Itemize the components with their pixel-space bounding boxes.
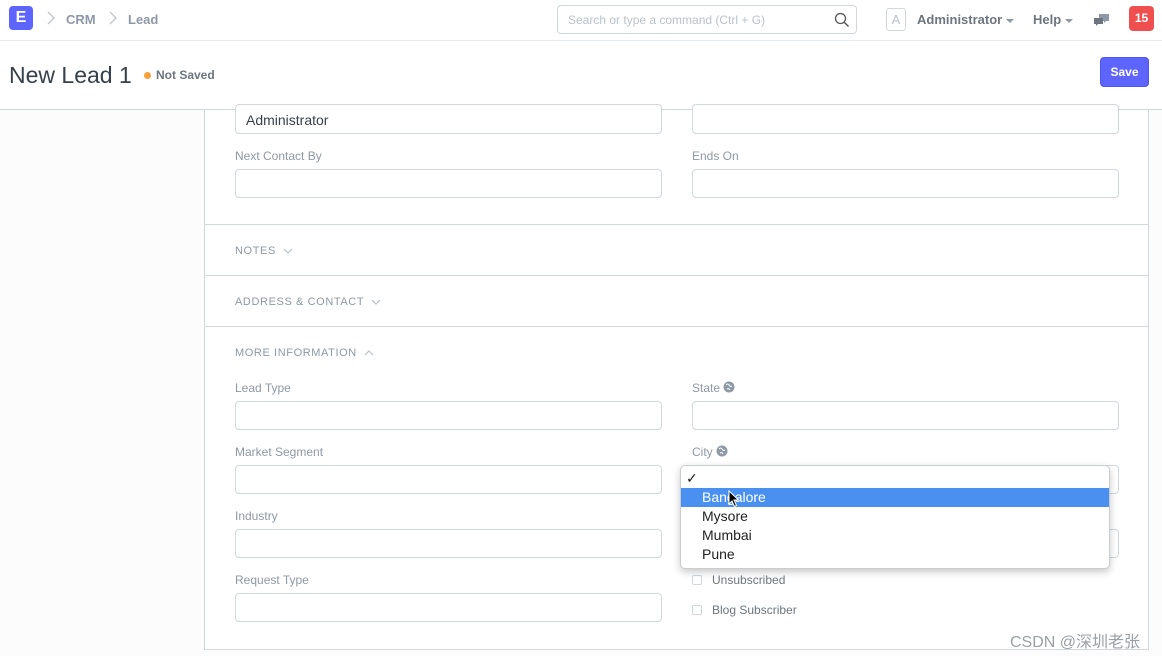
unsubscribed-checkbox[interactable] (692, 575, 702, 585)
search-input[interactable] (558, 6, 818, 33)
avatar[interactable]: A (886, 8, 906, 31)
breadcrumb-crm[interactable]: CRM (66, 12, 96, 27)
lead-form: Administrator Next Contact By Ends On NO… (204, 104, 1149, 650)
chevron-up-icon (364, 350, 374, 356)
next-contact-by-field[interactable] (235, 169, 662, 198)
ends-on-field[interactable] (692, 169, 1119, 198)
dropdown-option-mysore[interactable]: Mysore (681, 507, 1109, 526)
section-more-information-label: MORE INFORMATION (235, 347, 357, 359)
dropdown-option-bangalore[interactable]: Bangalore (681, 488, 1109, 507)
caret-down-icon (1065, 18, 1074, 23)
ends-on-label: Ends On (692, 149, 739, 163)
chevron-right-icon (109, 11, 117, 25)
request-type-label: Request Type (235, 573, 309, 587)
user-menu-label: Administrator (917, 12, 1003, 27)
unsubscribed-label: Unsubscribed (712, 573, 786, 587)
dropdown-option-empty[interactable]: ✓ (681, 469, 1109, 488)
search-icon[interactable] (834, 12, 850, 28)
chevron-down-icon (371, 299, 381, 305)
state-field[interactable] (692, 401, 1119, 430)
app-logo[interactable]: E (9, 6, 33, 30)
section-notes[interactable]: NOTES (235, 245, 294, 257)
help-menu[interactable]: Help (1033, 12, 1074, 27)
lead-type-label: Lead Type (235, 381, 291, 395)
mouse-cursor-icon (728, 490, 740, 508)
save-button[interactable]: Save (1100, 57, 1149, 87)
industry-label: Industry (235, 509, 278, 523)
status-indicator-icon (144, 72, 151, 79)
status-badge: Not Saved (156, 68, 215, 82)
state-label-text: State (692, 381, 721, 395)
section-more-information[interactable]: MORE INFORMATION (235, 347, 375, 359)
request-type-field[interactable] (235, 593, 662, 622)
industry-field[interactable] (235, 529, 662, 558)
section-notes-label: NOTES (235, 245, 276, 257)
page-head: New Lead 1 Not Saved Save (0, 41, 1162, 110)
globe-icon (716, 445, 728, 457)
market-segment-field[interactable] (235, 465, 662, 494)
section-divider (205, 275, 1148, 276)
page-title: New Lead 1 (9, 62, 132, 88)
globe-icon (723, 381, 735, 393)
top-right-field[interactable] (692, 104, 1119, 134)
notification-badge[interactable]: 15 (1129, 6, 1154, 31)
watermark: CSDN @深圳老张 (1010, 634, 1141, 651)
section-divider (205, 224, 1148, 225)
user-menu[interactable]: Administrator (917, 12, 1015, 27)
state-label: State (692, 381, 735, 395)
city-dropdown-menu: ✓ Bangalore Mysore Mumbai Pune (680, 465, 1110, 569)
unsubscribed-checkbox-row[interactable]: Unsubscribed (692, 573, 785, 587)
caret-down-icon (1006, 18, 1015, 23)
next-contact-by-label: Next Contact By (235, 149, 322, 163)
navbar: E CRM Lead A Administrator Help 15 (0, 0, 1162, 41)
city-label-text: City (692, 445, 713, 459)
dropdown-option-mumbai[interactable]: Mumbai (681, 526, 1109, 545)
dropdown-option-pune[interactable]: Pune (681, 545, 1109, 564)
market-segment-label: Market Segment (235, 445, 324, 459)
breadcrumb-lead[interactable]: Lead (128, 12, 158, 27)
chevron-down-icon (283, 248, 293, 254)
chat-icon[interactable] (1093, 12, 1111, 28)
chevron-right-icon (47, 11, 55, 25)
blog-subscriber-checkbox[interactable] (692, 605, 702, 615)
section-address-contact[interactable]: ADDRESS & CONTACT (235, 296, 382, 308)
blog-subscriber-label: Blog Subscriber (712, 603, 797, 617)
blog-subscriber-checkbox-row[interactable]: Blog Subscriber (692, 603, 797, 617)
section-divider (205, 326, 1148, 327)
help-menu-label: Help (1033, 12, 1062, 27)
lead-type-field[interactable] (235, 401, 662, 430)
checkmark-icon: ✓ (686, 470, 698, 486)
search-bar (557, 5, 857, 34)
lead-owner-field[interactable]: Administrator (235, 104, 662, 134)
city-label: City (692, 445, 728, 459)
section-address-contact-label: ADDRESS & CONTACT (235, 296, 365, 308)
